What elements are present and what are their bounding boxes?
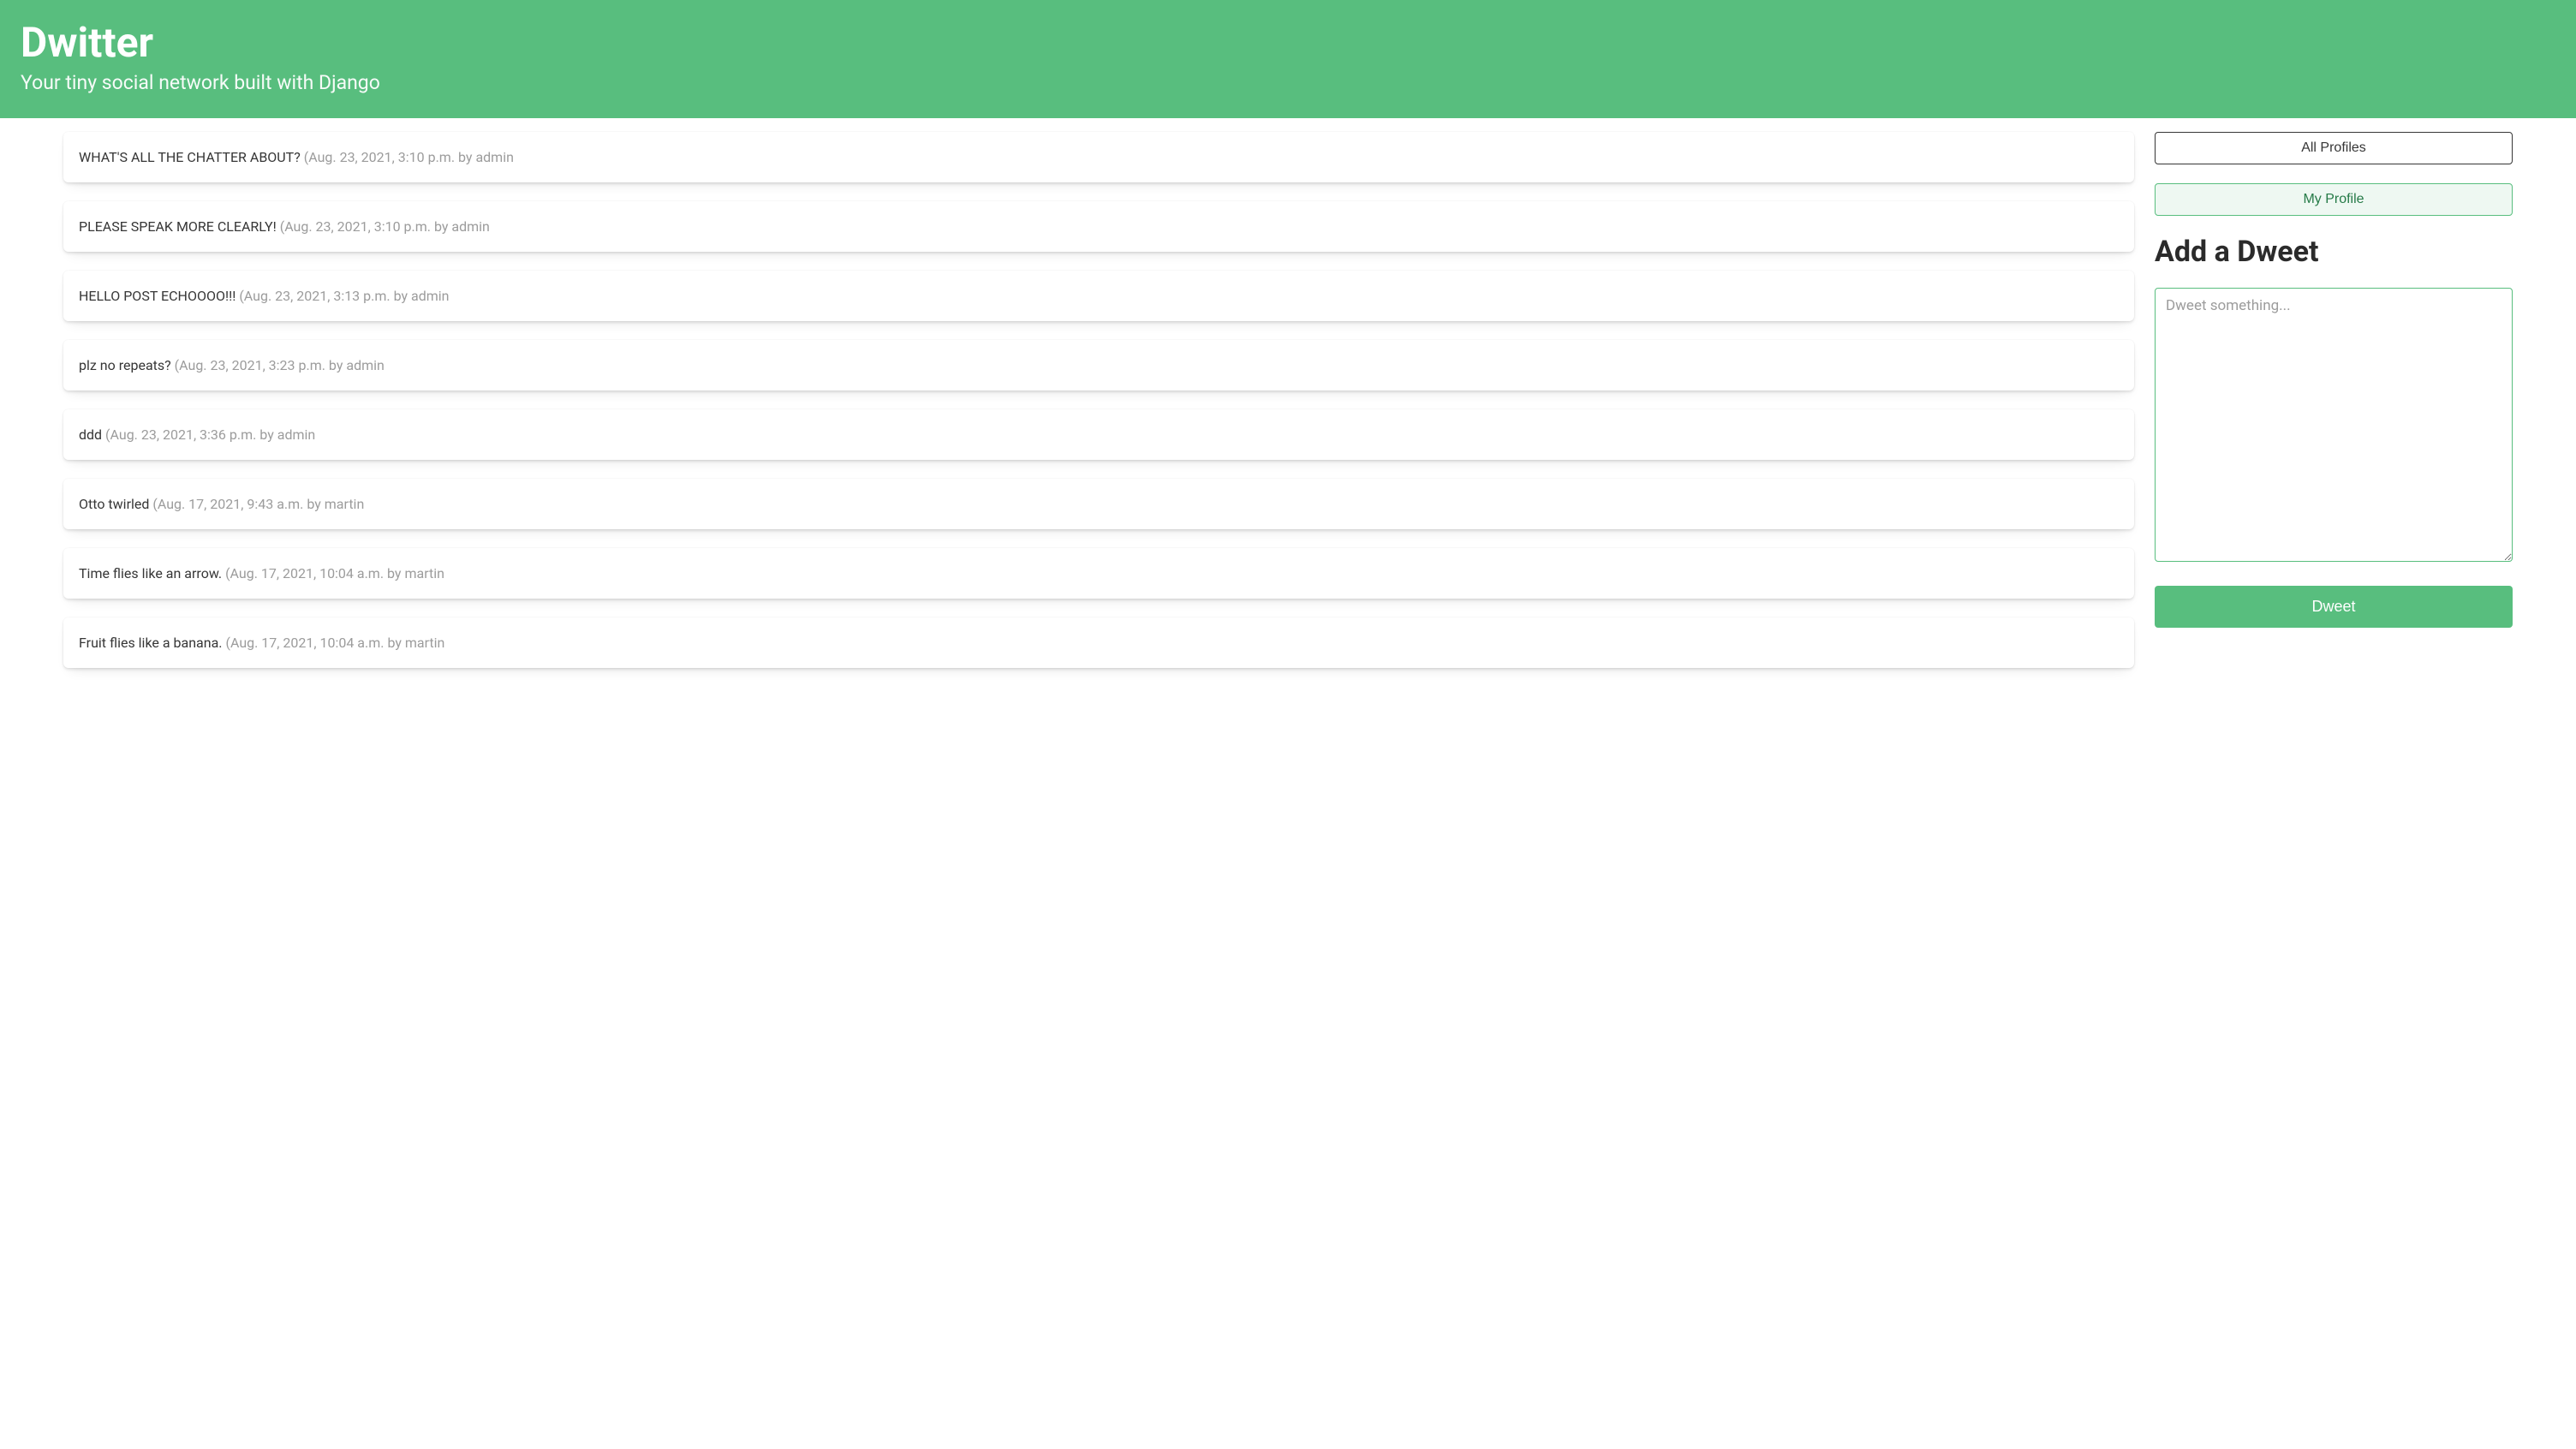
all-profiles-button[interactable]: All Profiles bbox=[2155, 132, 2513, 164]
dweet-meta: (Aug. 23, 2021, 3:36 p.m. by admin bbox=[105, 426, 315, 443]
dweet-meta: (Aug. 23, 2021, 3:13 p.m. by admin bbox=[239, 288, 449, 304]
dweet-card: Fruit flies like a banana. (Aug. 17, 202… bbox=[63, 617, 2134, 668]
dweet-submit-button[interactable]: Dweet bbox=[2155, 586, 2513, 628]
dweet-card: HELLO POST ECHOOOO!!! (Aug. 23, 2021, 3:… bbox=[63, 271, 2134, 321]
hero: Dwitter Your tiny social network built w… bbox=[0, 0, 2576, 118]
dweet-card: PLEASE SPEAK MORE CLEARLY! (Aug. 23, 202… bbox=[63, 201, 2134, 252]
dweet-body: WHAT'S ALL THE CHATTER ABOUT? bbox=[79, 149, 301, 165]
dweet-body: Time flies like an arrow. bbox=[79, 565, 222, 581]
dweet-body: HELLO POST ECHOOOO!!! bbox=[79, 288, 236, 304]
dweet-meta: (Aug. 17, 2021, 10:04 a.m. by martin bbox=[225, 635, 444, 651]
dweet-body: plz no repeats? bbox=[79, 357, 171, 373]
dweet-body: PLEASE SPEAK MORE CLEARLY! bbox=[79, 218, 277, 235]
dweet-meta: (Aug. 17, 2021, 9:43 a.m. by martin bbox=[152, 496, 364, 512]
dweet-meta: (Aug. 23, 2021, 3:23 p.m. by admin bbox=[175, 357, 385, 373]
main-columns: WHAT'S ALL THE CHATTER ABOUT? (Aug. 23, … bbox=[0, 118, 2576, 687]
dweet-meta: (Aug. 23, 2021, 3:10 p.m. by admin bbox=[280, 218, 490, 235]
sidebar: All Profiles My Profile Add a Dweet Dwee… bbox=[2155, 132, 2513, 628]
dweet-textarea[interactable] bbox=[2155, 288, 2513, 562]
dweet-card: WHAT'S ALL THE CHATTER ABOUT? (Aug. 23, … bbox=[63, 132, 2134, 182]
site-title: Dwitter bbox=[21, 21, 2555, 66]
dweet-card: plz no repeats? (Aug. 23, 2021, 3:23 p.m… bbox=[63, 340, 2134, 391]
dweet-feed: WHAT'S ALL THE CHATTER ABOUT? (Aug. 23, … bbox=[63, 132, 2134, 687]
dweet-card: ddd (Aug. 23, 2021, 3:36 p.m. by admin bbox=[63, 409, 2134, 460]
dweet-card: Time flies like an arrow. (Aug. 17, 2021… bbox=[63, 548, 2134, 599]
add-dweet-heading: Add a Dweet bbox=[2155, 235, 2513, 269]
dweet-card: Otto twirled (Aug. 17, 2021, 9:43 a.m. b… bbox=[63, 479, 2134, 529]
dweet-meta: (Aug. 23, 2021, 3:10 p.m. by admin bbox=[304, 149, 514, 165]
my-profile-button[interactable]: My Profile bbox=[2155, 183, 2513, 216]
site-subtitle: Your tiny social network built with Djan… bbox=[21, 71, 2555, 94]
dweet-body: Fruit flies like a banana. bbox=[79, 635, 223, 651]
dweet-body: ddd bbox=[79, 426, 102, 443]
dweet-body: Otto twirled bbox=[79, 496, 149, 512]
dweet-meta: (Aug. 17, 2021, 10:04 a.m. by martin bbox=[225, 565, 444, 581]
